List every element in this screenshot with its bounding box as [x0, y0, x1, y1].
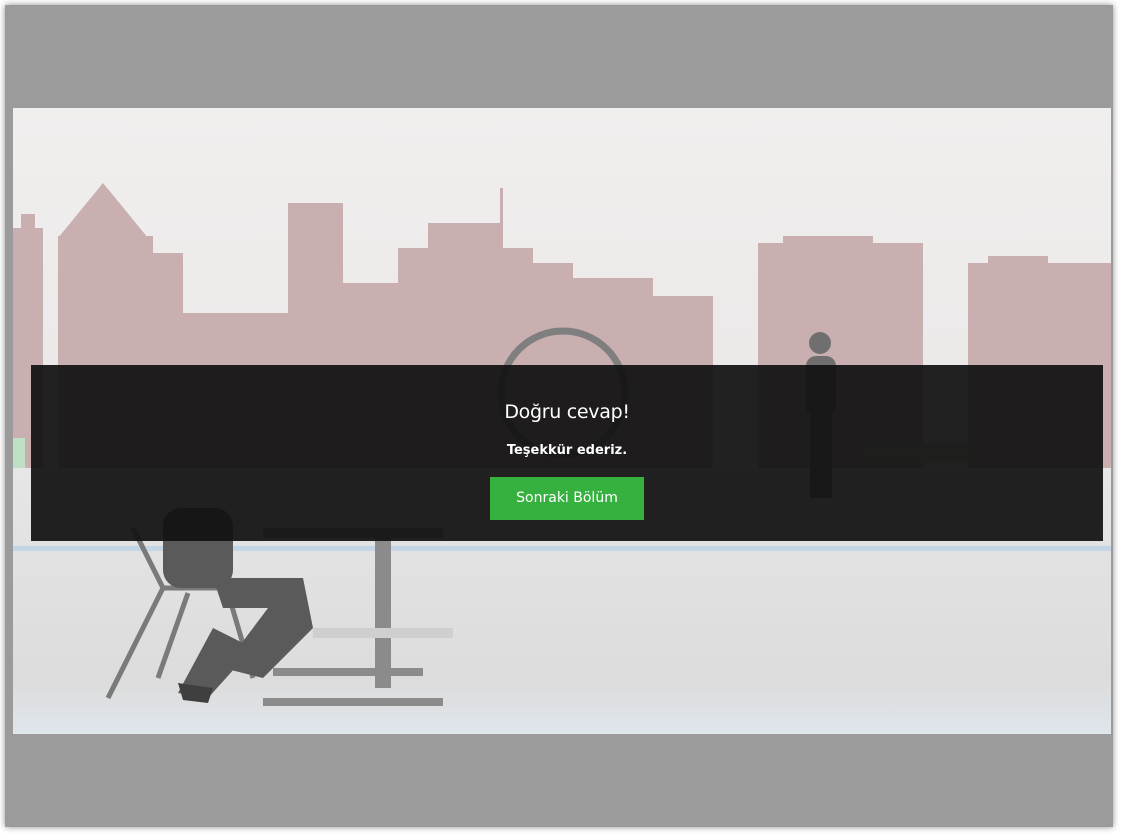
feedback-banner: Doğru cevap! Teşekkür ederiz. Sonraki Bö… [31, 365, 1103, 541]
feedback-title: Doğru cevap! [504, 401, 630, 423]
feedback-subtitle: Teşekkür ederiz. [506, 443, 628, 458]
next-section-button[interactable]: Sonraki Bölüm [490, 477, 644, 520]
